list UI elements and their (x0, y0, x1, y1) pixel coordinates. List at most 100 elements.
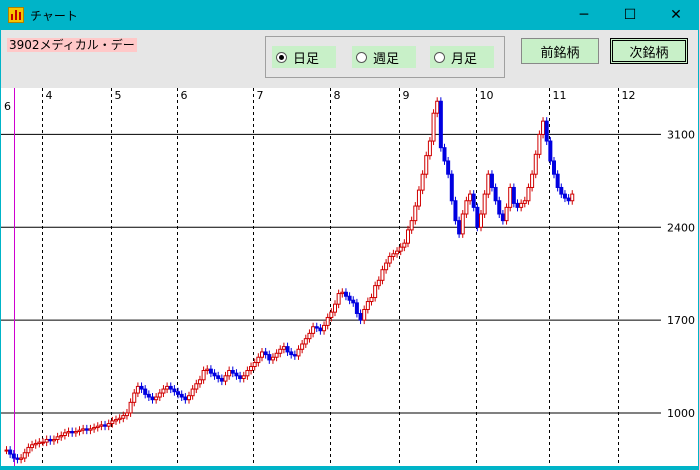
candle-body (537, 133, 542, 155)
candle-body (281, 346, 286, 350)
candle-body (19, 457, 24, 460)
title-bar: チャート ─ ☐ ✕ (0, 0, 699, 30)
candle-body (504, 206, 509, 222)
candle-body (475, 206, 480, 228)
x-month-label: 10 (480, 89, 494, 102)
radio-monthly[interactable]: 月足 (430, 46, 494, 68)
candle-body (143, 388, 148, 395)
candle-body (84, 428, 89, 431)
candle-body (48, 438, 53, 442)
y-tick-label: 2400 (667, 221, 695, 234)
candle-body (274, 352, 279, 358)
candle-body (187, 395, 191, 401)
candle-body (431, 112, 436, 142)
candle-body (121, 415, 126, 419)
candle-body (4, 449, 9, 452)
candle-body (51, 438, 56, 442)
candle-body (292, 354, 297, 357)
candle-body (135, 385, 140, 394)
y-tick-label: 3100 (667, 128, 695, 141)
candle-body (278, 348, 283, 354)
candle-body (449, 173, 454, 202)
candle-body (482, 193, 487, 215)
candle-body (41, 441, 45, 444)
candle-body (219, 377, 224, 382)
candle-body (285, 346, 290, 353)
candle-body (117, 417, 122, 421)
candle-body (223, 375, 228, 382)
minimize-button[interactable]: ─ (561, 0, 607, 30)
candle-body (197, 379, 202, 385)
radio-weekly[interactable]: 週足 (352, 46, 416, 68)
candle-body (150, 396, 155, 401)
candle-body (260, 351, 264, 358)
candle-body (157, 392, 162, 398)
candle-body (11, 453, 16, 459)
candle-body (114, 419, 118, 422)
candle-body (376, 279, 381, 287)
candle-body (438, 100, 443, 149)
x-month-label: 8 (334, 89, 341, 102)
candle-body (8, 449, 13, 455)
y-tick-label: 1000 (667, 407, 695, 420)
candle-body (252, 362, 257, 368)
candle-body (457, 220, 462, 235)
candle-body (562, 193, 567, 199)
candle-body (33, 442, 38, 446)
candle-body (395, 250, 400, 255)
x-month-label: 6 (4, 100, 11, 113)
radio-daily[interactable]: 日足 (272, 46, 336, 68)
candle-body (548, 140, 553, 162)
radio-weekly-label: 週足 (373, 51, 400, 67)
candle-body (55, 436, 60, 440)
candle-body (73, 431, 78, 434)
candlestick-chart-svg: 3100 2400 1700 1000 4 5 6 7 8 9 10 11 12 6 (1, 88, 695, 466)
candle-body (194, 383, 199, 390)
candle-body (165, 385, 170, 390)
maximize-button[interactable]: ☐ (607, 0, 653, 30)
candle-body (387, 255, 392, 264)
candle-body (172, 388, 177, 393)
candle-body (15, 457, 20, 460)
candle-body (471, 193, 476, 208)
price-chart: 3100 2400 1700 1000 4 5 6 7 8 9 10 11 12 6 (1, 88, 698, 466)
candle-body (570, 193, 575, 202)
candle-body (77, 429, 82, 433)
candle-body (362, 308, 367, 321)
candle-body (300, 343, 305, 350)
candle-body (530, 173, 535, 188)
prev-stock-button[interactable]: 前銘柄 (521, 38, 599, 64)
candle-body (234, 372, 239, 377)
candle-body (66, 431, 71, 434)
candle-body (460, 213, 465, 235)
candle-body (398, 246, 403, 252)
candle-body (59, 434, 64, 438)
candle-body (303, 338, 308, 345)
candle-body (208, 368, 213, 374)
candle-body (154, 396, 159, 401)
candle-body (544, 120, 549, 142)
candle-body (541, 120, 546, 135)
candle-body (44, 438, 49, 443)
candle-body (508, 186, 513, 208)
candle-body (212, 372, 217, 377)
candle-body (176, 391, 181, 395)
candle-body (139, 385, 144, 390)
chart-app-icon (8, 7, 24, 23)
candle-body (453, 200, 458, 222)
candle-body (435, 100, 440, 114)
candle-body (486, 173, 491, 195)
candle-body (493, 186, 498, 202)
radio-monthly-label: 月足 (451, 51, 478, 67)
candle-body (88, 428, 93, 431)
next-stock-button[interactable]: 次銘柄 (610, 38, 688, 64)
candle-body (307, 332, 312, 340)
close-button[interactable]: ✕ (653, 0, 699, 30)
candle-body (110, 420, 115, 425)
radio-daily-label: 日足 (293, 51, 320, 67)
candle-body (468, 193, 473, 202)
candle-body (146, 393, 151, 398)
candle-body (446, 160, 451, 175)
x-month-label: 9 (403, 89, 410, 102)
candle-body (325, 316, 330, 326)
